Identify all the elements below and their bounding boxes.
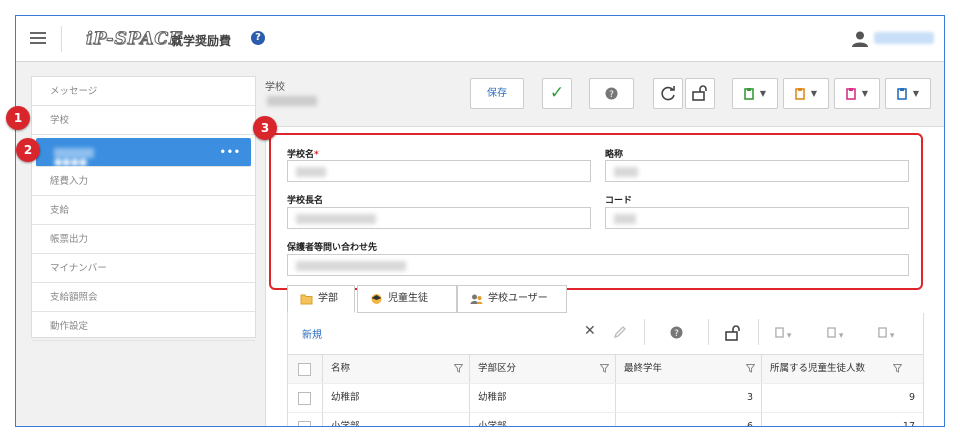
top-bar: iP-SPACE 就学奨励費 ? ●●●●● [16, 16, 944, 62]
grid-toolbar: 新規 ✕ ? ▾ ▾ ▾ [287, 313, 924, 355]
annotation-badge-1: 1 [6, 106, 30, 130]
attachment-orange-dropdown[interactable]: ▼ [783, 78, 829, 109]
clip-dropdown-1[interactable]: ▾ [775, 327, 791, 341]
app-window: iP-SPACE 就学奨励費 ? ●●●●● メッセージ 学校 ●●●● •••… [15, 15, 945, 427]
table-row[interactable]: 小学部 小学部 6 17 [288, 413, 923, 427]
divider [61, 26, 62, 52]
unlock-button[interactable] [685, 78, 715, 109]
divider [758, 319, 759, 345]
save-button[interactable]: 保存 [470, 78, 524, 109]
select-all-checkbox[interactable] [298, 363, 311, 376]
cell-name: 幼稚部 [323, 384, 470, 412]
cell-student-count: 17 [902, 421, 915, 427]
sidebar-item-settings[interactable]: 動作設定 [32, 312, 255, 341]
cell-department-type: 小学部 [470, 413, 616, 426]
help-circle-icon: ? [605, 87, 618, 100]
unlock-icon [692, 85, 707, 101]
tab-label: 学校ユーザー [488, 293, 548, 304]
cell-final-grade: 3 [616, 384, 762, 412]
refresh-button[interactable] [653, 78, 683, 109]
filter-icon[interactable] [893, 364, 902, 373]
user-icon[interactable] [851, 30, 869, 48]
cell-final-grade: 6 [616, 413, 762, 426]
row-select-cell [288, 413, 323, 426]
new-button[interactable]: 新規 [302, 326, 322, 341]
hamburger-menu-icon[interactable] [30, 32, 46, 45]
sidebar-item-report-output[interactable]: 帳票出力 [32, 225, 255, 254]
column-header-student-count[interactable]: 所属する児童生徒人数 [762, 355, 908, 383]
help-button[interactable]: ? [589, 78, 634, 109]
column-header-name[interactable]: 名称 [323, 355, 470, 383]
app-title: 就学奨励費 [171, 34, 232, 48]
attachment-blue-dropdown[interactable]: ▼ [885, 78, 931, 109]
divider [708, 319, 709, 345]
page-subtitle: ●●●●● [267, 96, 317, 106]
user-group-icon [470, 294, 483, 304]
student-icon [371, 294, 382, 304]
row-checkbox[interactable] [298, 392, 311, 405]
annotation-badge-3: 3 [253, 116, 277, 140]
grid-header-row: 名称 学部区分 最終学年 所属する児童生徒人数 [288, 355, 923, 384]
highlight-box [269, 133, 923, 290]
clip-icon [878, 327, 887, 338]
attachment-pink-dropdown[interactable]: ▼ [834, 78, 880, 109]
app-logo: iP-SPACE [86, 29, 183, 50]
clip-dropdown-3[interactable]: ▾ [878, 327, 894, 341]
clip-blue-icon [897, 87, 907, 100]
tab-students[interactable]: 児童生徒 [357, 285, 457, 313]
confirm-button[interactable]: ✓ [542, 78, 572, 109]
select-all-cell [288, 355, 323, 383]
clip-green-icon [744, 87, 754, 100]
sidebar-item-label: ●●●● [54, 147, 94, 168]
annotation-badge-2: 2 [16, 138, 40, 162]
clip-dropdown-2[interactable]: ▾ [827, 327, 843, 341]
clip-icon [827, 327, 836, 338]
page-title: 学校 [265, 82, 285, 93]
divider [644, 319, 645, 345]
sidebar-item-my-number[interactable]: マイナンバー [32, 254, 255, 283]
clip-pink-icon [846, 87, 856, 100]
cell-name: 小学部 [323, 413, 470, 426]
edit-pencil-icon[interactable] [613, 325, 627, 339]
more-options-icon[interactable]: ••• [220, 138, 241, 167]
user-name[interactable]: ●●●●● [874, 32, 934, 44]
row-select-cell [288, 384, 323, 412]
sidebar-item-payment[interactable]: 支給 [32, 196, 255, 225]
attachment-green-dropdown[interactable]: ▼ [732, 78, 778, 109]
svg-text:?: ? [674, 329, 679, 339]
column-header-department-type[interactable]: 学部区分 [470, 355, 616, 383]
folder-icon [300, 294, 313, 305]
row-checkbox[interactable] [298, 421, 311, 426]
table-row[interactable]: 幼稚部 幼稚部 3 9 [288, 384, 923, 413]
tab-label: 学部 [318, 293, 338, 304]
filter-icon[interactable] [746, 364, 755, 373]
delete-icon[interactable]: ✕ [584, 323, 596, 339]
cell-department-type: 幼稚部 [470, 384, 616, 412]
tab-school-users[interactable]: 学校ユーザー [457, 285, 567, 313]
cell-student-count: 9 [908, 392, 915, 403]
sidebar-item-selected-school[interactable]: ●●●● ••• [36, 138, 251, 168]
filter-icon[interactable] [600, 364, 609, 373]
sidebar-item-school[interactable]: 学校 [32, 106, 255, 135]
clip-orange-icon [795, 87, 805, 100]
refresh-icon [661, 86, 675, 101]
svg-text:?: ? [609, 90, 614, 100]
column-header-final-grade[interactable]: 最終学年 [616, 355, 762, 383]
clip-icon [775, 327, 784, 338]
sidebar-item-expense-input[interactable]: 経費入力 [32, 167, 255, 196]
tab-label: 児童生徒 [388, 293, 428, 304]
sidebar-item-messages[interactable]: メッセージ [32, 77, 255, 106]
tab-departments[interactable]: 学部 [287, 285, 355, 313]
departments-grid: 名称 学部区分 最終学年 所属する児童生徒人数 幼稚部 幼稚部 3 9 小学部 … [287, 355, 924, 427]
unlock-icon[interactable] [724, 324, 742, 342]
help-icon[interactable]: ? [251, 31, 265, 45]
sidebar-item-payment-inquiry[interactable]: 支給額照会 [32, 283, 255, 312]
sidebar: メッセージ 学校 ●●●● ••• 経費入力 支給 帳票出力 マイナンバー 支給… [31, 76, 256, 341]
help-circle-icon[interactable]: ? [670, 326, 683, 339]
filter-icon[interactable] [454, 364, 463, 373]
